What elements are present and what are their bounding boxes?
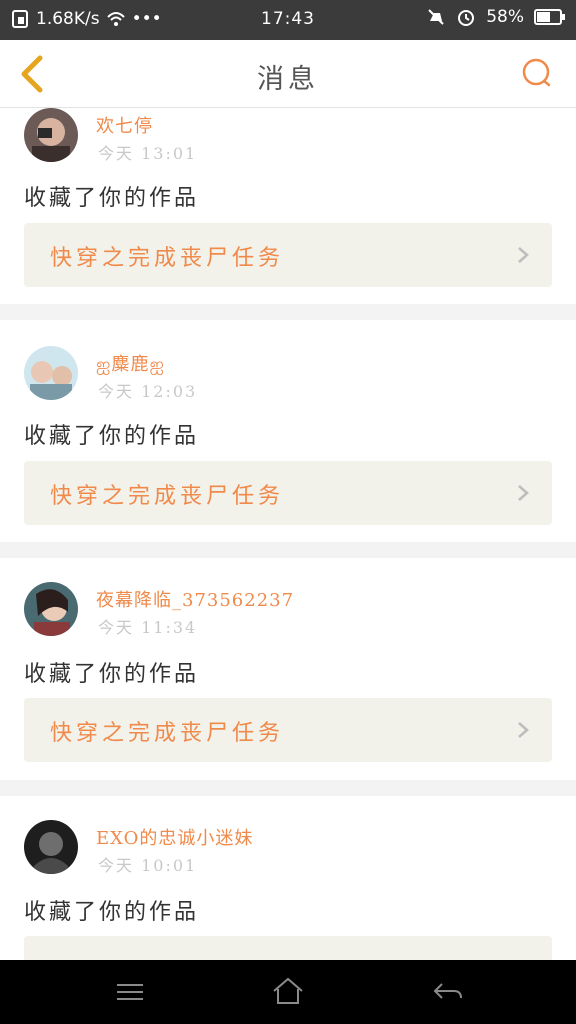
- menu-button[interactable]: [110, 974, 150, 1010]
- username[interactable]: ஐ麋鹿ஐ: [96, 350, 165, 377]
- notification-card: 夜幕降临_373562237 今天 11:34 收藏了你的作品 快穿之完成丧尸任…: [0, 558, 576, 780]
- avatar-image: [24, 108, 78, 162]
- battery-percent: 58%: [486, 7, 524, 27]
- username[interactable]: EXO的忠诚小迷妹: [96, 824, 253, 850]
- work-link[interactable]: 快穿之完成丧尸任务: [24, 698, 552, 762]
- message-text: 收藏了你的作品: [24, 424, 200, 449]
- timestamp: 今天 13:01: [98, 144, 198, 163]
- battery-icon: [534, 9, 565, 25]
- avatar-image: [24, 346, 78, 400]
- timestamp: 今天 10:01: [98, 856, 198, 875]
- chevron-right-icon: [518, 247, 529, 263]
- timestamp: 今天 11:34: [98, 618, 198, 637]
- menu-icon: [117, 984, 143, 1000]
- message-text: 收藏了你的作品: [24, 186, 200, 211]
- notification-card: 欢七停 今天 13:01 收藏了你的作品 快穿之完成丧尸任务: [0, 108, 576, 304]
- avatar[interactable]: [24, 108, 78, 162]
- avatar[interactable]: [24, 820, 78, 874]
- chevron-right-icon: [518, 722, 529, 738]
- status-bar: 1.68K/s ••• 17:43 58%: [0, 0, 576, 40]
- back-arrow-icon: [433, 983, 462, 999]
- search-button[interactable]: [518, 54, 558, 94]
- message-text: 收藏了你的作品: [24, 900, 200, 925]
- work-link[interactable]: 快穿之完成丧尸任务: [24, 223, 552, 287]
- home-icon: [273, 977, 303, 1004]
- mute-icon: [428, 9, 444, 25]
- notification-card: EXO的忠诚小迷妹 今天 10:01 收藏了你的作品: [0, 796, 576, 960]
- avatar-image: [24, 582, 78, 636]
- page-title: 消息: [257, 64, 319, 95]
- avatar[interactable]: [24, 582, 78, 636]
- message-feed[interactable]: 欢七停 今天 13:01 收藏了你的作品 快穿之完成丧尸任务 ஐ麋鹿ஐ 今天 1…: [0, 108, 576, 960]
- system-nav-bar: [0, 960, 576, 1024]
- back-nav-button[interactable]: [428, 974, 468, 1010]
- work-title: 快穿之完成丧尸任务: [50, 721, 285, 746]
- alarm-icon: [458, 10, 475, 26]
- notification-card: ஐ麋鹿ஐ 今天 12:03 收藏了你的作品 快穿之完成丧尸任务: [0, 320, 576, 542]
- username[interactable]: 夜幕降临_373562237: [96, 586, 294, 612]
- chevron-right-icon: [518, 485, 529, 501]
- message-text: 收藏了你的作品: [24, 662, 200, 687]
- search-icon: [522, 58, 551, 87]
- status-right: 58%: [426, 7, 566, 27]
- app-header: 消息: [0, 40, 576, 108]
- work-link[interactable]: 快穿之完成丧尸任务: [24, 461, 552, 525]
- avatar[interactable]: [24, 346, 78, 400]
- username[interactable]: 欢七停: [96, 112, 153, 138]
- work-title: 快穿之完成丧尸任务: [50, 246, 285, 271]
- home-button[interactable]: [268, 974, 308, 1010]
- avatar-image: [24, 820, 78, 874]
- timestamp: 今天 12:03: [98, 382, 198, 401]
- work-link[interactable]: [24, 936, 552, 960]
- work-title: 快穿之完成丧尸任务: [50, 484, 285, 509]
